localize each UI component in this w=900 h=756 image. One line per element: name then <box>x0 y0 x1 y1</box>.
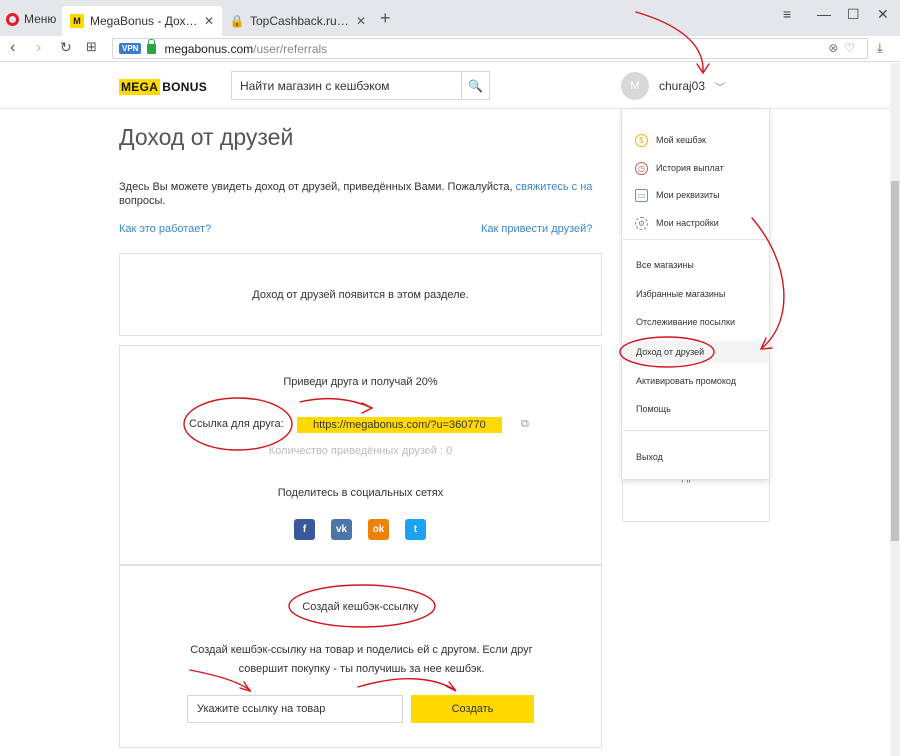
menu-item-parcel-tracking[interactable]: Отслеживание посылки <box>622 314 769 330</box>
how-to-bring-friends-link[interactable]: Как привести друзей? <box>481 223 592 235</box>
referral-link-value[interactable]: https://megabonus.com/?u=360770 <box>297 417 502 433</box>
megabonus-favicon-icon: M <box>70 14 84 28</box>
cashback-link-heading: Создай кешбэк-ссылку <box>302 601 419 613</box>
cashback-link-box: Создай кешбэк-ссылку Создай кешбэк-ссылк… <box>119 565 602 748</box>
odnoklassniki-icon[interactable]: ok <box>368 519 389 540</box>
referred-friends-count: Количество приведённых друзей : 0 <box>268 445 453 457</box>
reload-icon[interactable]: ↻ <box>60 39 72 56</box>
menu-item-logout[interactable]: Выход <box>622 449 769 465</box>
menu-item-activate-promo[interactable]: Активировать промокод <box>622 373 769 389</box>
tab-menu-icon[interactable]: ≡ <box>783 6 791 22</box>
vpn-badge[interactable]: VPN <box>119 43 142 54</box>
tab-close-icon[interactable]: ✕ <box>356 14 366 28</box>
intro-text-tail: вопросы. <box>119 195 166 207</box>
speed-dial-icon[interactable]: ⊞ <box>86 39 97 55</box>
menu-item-label: Мои настройки <box>656 218 719 228</box>
friends-income-placeholder: Доход от друзей появится в этом разделе. <box>252 289 469 301</box>
tab-megabonus[interactable]: M MegaBonus - Доход от друзей ✕ <box>62 6 222 36</box>
intro-text-main: Здесь Вы можете увидеть доход от друзей,… <box>119 181 516 193</box>
shop-search-input[interactable] <box>232 72 461 99</box>
menu-item-label: История выплат <box>656 163 724 173</box>
share-heading: Поделитесь в социальных сетях <box>277 487 444 499</box>
url-host: megabonus.com <box>164 41 254 56</box>
menu-item-payout-history[interactable]: ◷ История выплат <box>622 160 769 176</box>
search-icon[interactable]: 🔍 <box>461 72 489 99</box>
menu-divider <box>622 239 769 240</box>
menu-item-friends-income[interactable]: Доход от друзей <box>622 341 769 363</box>
tab-topcashback[interactable]: 🔒 TopCashback.ru - Топ лучших кешбэк сер… <box>222 6 374 36</box>
create-button[interactable]: Создать <box>411 695 534 723</box>
menu-item-settings[interactable]: ⚙ Мои настройки <box>622 215 769 231</box>
site-header: MEGA BONUS 🔍 M churaj03 ﹀ <box>0 63 890 109</box>
product-link-input[interactable] <box>187 695 403 723</box>
menu-item-label: Мои реквизиты <box>656 190 720 200</box>
referral-box: Приведи друга и получай 20% Ссылка для д… <box>119 345 602 565</box>
copy-icon[interactable]: ⧉ <box>521 418 529 431</box>
url-path: /user/referrals <box>253 41 328 56</box>
tab-title: TopCashback.ru - Топ лучших кешбэк серви… <box>250 14 350 28</box>
opera-logo-icon <box>6 12 19 26</box>
logo-mega: MEGA <box>119 79 161 95</box>
cashback-link-description: Создай кешбэк-ссылку на товар и поделись… <box>190 644 533 675</box>
address-bar: ‹ › ↻ ⊞ VPN megabonus.com /user/referral… <box>0 36 900 62</box>
page-scrollbar[interactable] <box>890 63 900 756</box>
requisites-icon: ▭ <box>635 188 648 202</box>
menu-item-requisites[interactable]: ▭ Мои реквизиты <box>622 187 769 203</box>
menu-item-favorite-shops[interactable]: Избранные магазины <box>622 286 769 302</box>
minimize-icon[interactable]: — <box>817 6 831 22</box>
opera-menu-button[interactable]: Меню <box>6 10 56 28</box>
window-close-icon[interactable]: ✕ <box>877 6 889 23</box>
social-share-buttons: f vk ok t <box>294 519 426 540</box>
username: churaj03 <box>659 79 706 93</box>
page-title: Доход от друзей <box>119 124 294 150</box>
cashback-icon: $ <box>635 133 648 147</box>
lock-favicon-icon: 🔒 <box>229 14 245 28</box>
chevron-down-icon: ﹀ <box>715 82 726 94</box>
adblock-and-heart-icons[interactable]: ⊗♡ <box>828 41 861 55</box>
logo-bonus: BONUS <box>162 80 208 94</box>
settings-icon: ⚙ <box>635 216 648 230</box>
how-it-works-link[interactable]: Как это работает? <box>119 223 211 235</box>
browser-tab-bar: Меню M MegaBonus - Доход от друзей ✕ 🔒 T… <box>0 0 900 36</box>
referral-link-label: Ссылка для друга: <box>189 418 284 430</box>
forward-icon[interactable]: › <box>36 39 41 57</box>
contact-us-link[interactable]: свяжитесь с на <box>516 181 593 193</box>
back-icon[interactable]: ‹ <box>10 39 15 57</box>
url-field[interactable]: VPN megabonus.com /user/referrals ⊗♡ <box>112 38 868 59</box>
new-tab-plus-icon[interactable]: + <box>380 8 391 29</box>
facebook-icon[interactable]: f <box>294 519 315 540</box>
menu-divider <box>622 430 769 431</box>
avatar: M <box>621 72 649 100</box>
scrollbar-thumb[interactable] <box>891 181 899 541</box>
intro-text: Здесь Вы можете увидеть доход от друзей,… <box>119 180 624 208</box>
menu-item-help[interactable]: Помощь <box>622 401 769 417</box>
menu-item-all-shops[interactable]: Все магазины <box>622 257 769 273</box>
tab-close-icon[interactable]: ✕ <box>204 14 214 28</box>
megabonus-logo[interactable]: MEGA BONUS <box>119 79 209 95</box>
user-menu-toggle[interactable]: M churaj03 ﹀ <box>621 71 725 101</box>
referral-heading: Приведи друга и получай 20% <box>283 376 438 388</box>
user-dropdown-menu: $ Мой кешбэк ◷ История выплат ▭ Мои рекв… <box>621 108 770 480</box>
tab-title: MegaBonus - Доход от друзей <box>90 14 198 28</box>
maximize-icon[interactable]: ☐ <box>847 6 860 23</box>
secure-lock-icon[interactable] <box>147 38 157 54</box>
menu-item-my-cashback[interactable]: $ Мой кешбэк <box>622 132 769 148</box>
shop-search: 🔍 <box>231 71 490 100</box>
friends-income-box: Доход от друзей появится в этом разделе. <box>119 253 602 336</box>
history-icon: ◷ <box>635 161 648 175</box>
opera-menu-label: Меню <box>24 12 57 26</box>
menu-item-label: Мой кешбэк <box>656 135 706 145</box>
download-icon[interactable]: ⤓ <box>877 40 883 56</box>
twitter-icon[interactable]: t <box>405 519 426 540</box>
vk-icon[interactable]: vk <box>331 519 352 540</box>
